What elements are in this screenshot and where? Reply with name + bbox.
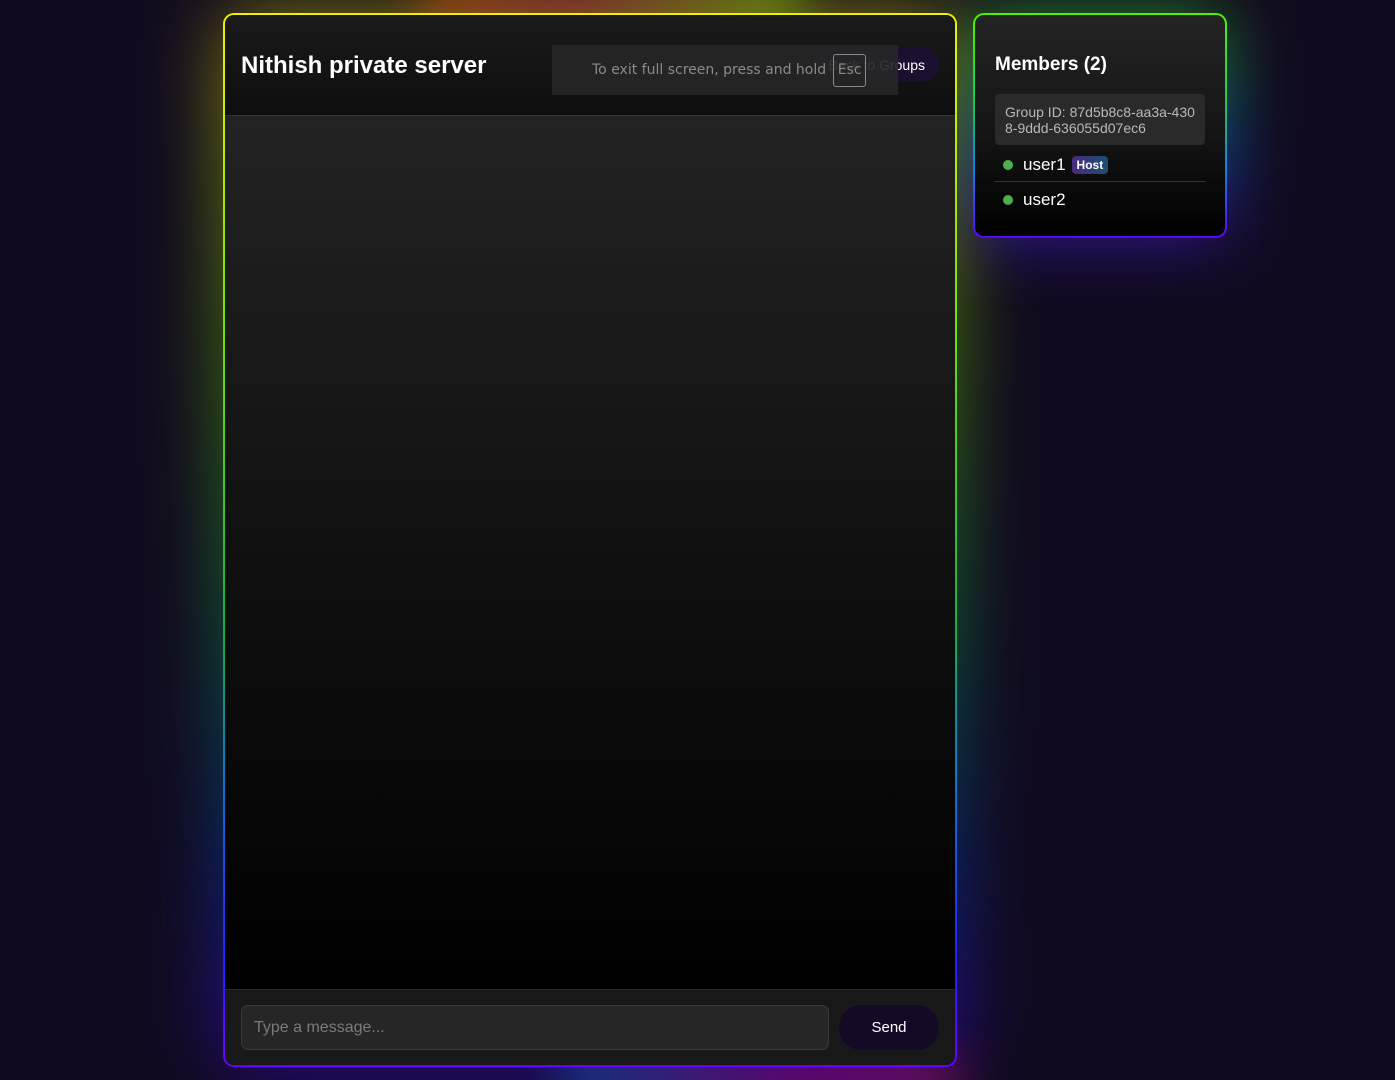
send-button[interactable]: Send (839, 1005, 939, 1050)
member-item: user2 (995, 183, 1205, 217)
members-title: Members (2) (995, 54, 1107, 75)
fullscreen-exit-notice: To exit full screen, press and hold Esc (552, 45, 898, 95)
members-panel: Members (2) Group ID: 87d5b8c8-aa3a-4308… (973, 13, 1227, 238)
online-status-dot-icon (1003, 195, 1013, 205)
members-container: Members (2) Group ID: 87d5b8c8-aa3a-4308… (975, 15, 1225, 236)
online-status-dot-icon (1003, 159, 1013, 170)
chat-panel: Nithish private server Back to Groups To… (223, 13, 957, 1067)
host-badge: Host (1071, 155, 1109, 174)
esc-key-icon: Esc (833, 53, 867, 87)
message-input-bar: Send (225, 989, 955, 1065)
member-item: user1 Host (995, 148, 1205, 182)
chat-header: Nithish private server Back to Groups To… (225, 15, 955, 116)
app-root: Nithish private server Back to Groups To… (0, 0, 1395, 1080)
group-id: Group ID: 87d5b8c8-aa3a-4308-9ddd-636055… (995, 94, 1205, 145)
member-name: user2 (1023, 190, 1066, 209)
fullscreen-notice-text: To exit full screen, press and hold (592, 62, 827, 78)
member-name: user1 (1023, 154, 1066, 174)
chat-container: Nithish private server Back to Groups To… (225, 15, 955, 1065)
messages-area[interactable] (225, 116, 955, 990)
group-title: Nithish private server (241, 52, 487, 79)
message-input[interactable] (241, 1005, 829, 1050)
